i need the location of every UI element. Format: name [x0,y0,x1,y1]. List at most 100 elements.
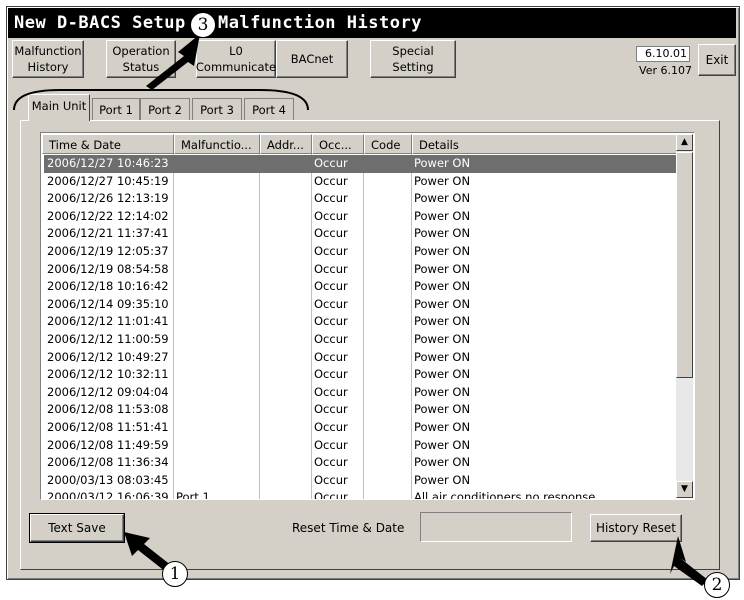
table-row[interactable]: 2006/12/12 11:00:59 Occur Power ON [44,331,678,349]
table-cell [173,208,257,226]
table-cell [363,331,409,349]
table-cell [363,243,409,261]
table-cell: Occur [314,173,348,188]
table-row[interactable]: 2000/03/13 08:03:45 Occur Power ON [44,472,678,490]
table-cell [173,278,257,296]
table-cell [173,313,257,331]
table-row[interactable]: 2006/12/08 11:36:34 Occur Power ON [44,454,678,472]
column-malfunction[interactable]: Malfunctio... [174,134,260,154]
malfunction-history-button[interactable]: Malfunction History [12,40,84,78]
table-row[interactable]: 2006/12/08 11:51:41 Occur Power ON [44,419,678,437]
tab-port-4[interactable]: Port 4 [244,98,294,120]
table-row[interactable]: 2006/12/08 11:49:59 Occur Power ON [44,437,678,455]
table-row[interactable]: 2006/12/18 10:16:42 Occur Power ON [44,278,678,296]
table-row[interactable]: 2006/12/12 10:49:27 Occur Power ON [44,349,678,367]
table-row[interactable]: 2006/12/12 09:04:04 Occur Power ON [44,384,678,402]
text-save-button[interactable]: Text Save [29,513,125,543]
table-cell: 2006/12/19 08:54:58 [47,261,169,276]
table-cell: 2006/12/18 10:16:42 [47,279,169,294]
table-cell [173,437,257,455]
table-row[interactable]: 2006/12/19 12:05:37 Occur Power ON [44,243,678,261]
table-cell [363,489,409,499]
table-cell: Port 1 [176,490,210,500]
exit-button[interactable]: Exit [698,44,736,76]
table-cell [363,384,409,402]
table-cell [363,419,409,437]
column-occur[interactable]: Occ... [312,134,364,154]
table-cell [173,419,257,437]
table-cell [259,261,309,279]
tab-main-unit[interactable]: Main Unit [28,94,90,121]
reset-time-date-field[interactable] [420,512,572,542]
operation-status-button[interactable]: Operation Status [106,40,176,78]
column-address[interactable]: Addr... [260,134,312,154]
table-cell: Power ON [414,173,471,188]
table-row[interactable]: 2006/12/12 11:01:41 Occur Power ON [44,313,678,331]
vertical-scrollbar[interactable]: ▲ ▼ [676,134,693,498]
column-time-date[interactable]: Time & Date [42,134,174,154]
table-cell: 2006/12/26 12:13:19 [47,191,169,206]
column-details[interactable]: Details [412,134,678,154]
callout-2: 2 [704,572,730,598]
table-cell: Occur [314,384,348,399]
table-cell [173,261,257,279]
table-cell [259,472,309,490]
reset-time-date-label: Reset Time & Date [292,521,405,535]
table-row[interactable]: 2006/12/08 11:53:08 Occur Power ON [44,401,678,419]
table-row[interactable]: 2006/12/12 10:32:11 Occur Power ON [44,366,678,384]
table-cell [363,296,409,314]
table-cell: 2006/12/08 11:51:41 [47,419,169,434]
scroll-thumb[interactable] [676,152,693,378]
table-cell [259,489,309,499]
table-cell [259,208,309,226]
table-cell: Occur [314,419,348,434]
table-cell: 2006/12/08 11:36:34 [47,455,169,470]
table-cell [259,296,309,314]
scroll-down-button[interactable]: ▼ [676,481,693,498]
table-row[interactable]: 2006/12/27 10:45:19 Occur Power ON [44,173,678,191]
table-row[interactable]: 2000/03/12 16:06:39 Port 1 Occur All air co… [44,489,678,500]
table-cell [259,243,309,261]
table-cell: Power ON [414,384,471,399]
table-cell: Power ON [414,226,471,241]
table-cell: Occur [314,455,348,470]
history-reset-button[interactable]: History Reset [590,514,682,542]
special-setting-label: Special Setting [392,44,434,74]
table-cell: Power ON [414,261,471,276]
history-list[interactable]: Time & Date Malfunctio... Addr... Occ...… [40,132,695,500]
table-row[interactable]: 2006/12/22 12:14:02 Occur Power ON [44,208,678,226]
table-cell: 2000/03/12 16:06:39 [47,490,169,500]
table-cell [363,437,409,455]
table-row[interactable]: 2006/12/14 09:35:10 Occur Power ON [44,296,678,314]
table-cell: 2006/12/12 11:01:41 [47,314,169,329]
table-cell [363,401,409,419]
table-cell: Power ON [414,314,471,329]
table-cell [363,472,409,490]
tab-port-1[interactable]: Port 1 [92,98,140,120]
table-cell: 2000/03/13 08:03:45 [47,472,169,487]
table-cell: 2006/12/19 12:05:37 [47,243,169,258]
table-cell [173,190,257,208]
tab-port-2[interactable]: Port 2 [140,98,190,120]
table-cell [173,349,257,367]
bacnet-button[interactable]: BACnet [276,40,348,78]
list-rows: 2006/12/27 10:46:23 Occur Power ON 2006/12/… [44,155,678,500]
table-cell [363,173,409,191]
table-row[interactable]: 2006/12/26 12:13:19 Occur Power ON [44,190,678,208]
column-code[interactable]: Code [364,134,412,154]
table-cell [173,243,257,261]
table-row[interactable]: 2006/12/21 11:37:41 Occur Power ON [44,225,678,243]
special-setting-button[interactable]: Special Setting [370,40,456,78]
table-row[interactable]: 2006/12/19 08:54:58 Occur Power ON [44,261,678,279]
table-cell: 2006/12/08 11:49:59 [47,437,169,452]
version-box: 6.10.01 Ver 6.107 [636,46,692,80]
table-cell [173,454,257,472]
table-cell [259,313,309,331]
table-cell [363,225,409,243]
table-row[interactable]: 2006/12/27 10:46:23 Occur Power ON [44,155,678,173]
tab-port-3[interactable]: Port 3 [192,98,242,120]
scroll-up-button[interactable]: ▲ [676,134,693,151]
table-cell: Power ON [414,455,471,470]
table-cell: Occur [314,314,348,329]
l0-communicate-button[interactable]: L0 Communicate [196,40,276,78]
